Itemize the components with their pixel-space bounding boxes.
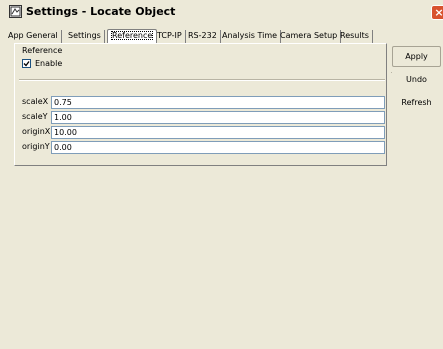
undo-button[interactable]: Undo (392, 70, 441, 91)
originx-field[interactable] (51, 126, 385, 139)
originx-label: originX (22, 127, 51, 136)
reference-panel: Reference Enable scaleX scaleY originX o… (14, 43, 387, 166)
tab-settings[interactable]: Settings (65, 30, 105, 43)
close-button[interactable]: × (431, 5, 443, 20)
reference-group-label: Reference (21, 46, 64, 55)
apply-button[interactable]: Apply (392, 46, 441, 67)
tab-analysis-time[interactable]: Analysis Time (219, 30, 282, 43)
tab-reference[interactable]: Reference (107, 29, 158, 43)
originy-label: originY (22, 142, 50, 151)
scalex-label: scaleX (22, 97, 49, 106)
refresh-button[interactable]: Refresh (392, 93, 441, 114)
settings-app-icon (9, 5, 22, 18)
originy-field[interactable] (51, 141, 385, 154)
tab-app-general[interactable]: App General (5, 30, 62, 43)
tab-results[interactable]: Results (337, 30, 373, 43)
checkmark-icon (23, 61, 30, 67)
group-divider (19, 79, 385, 81)
tab-camera-setup[interactable]: Camera Setup (277, 30, 342, 43)
scalex-field[interactable] (51, 96, 385, 109)
scaley-field[interactable] (51, 111, 385, 124)
tab-rs-232[interactable]: RS-232 (185, 30, 221, 43)
close-icon: × (434, 6, 443, 19)
enable-checkbox[interactable] (22, 59, 31, 68)
enable-label: Enable (35, 59, 63, 68)
title-bar[interactable]: Settings - Locate Object × (0, 0, 443, 25)
window-title: Settings - Locate Object (26, 5, 176, 18)
scaley-label: scaleY (22, 112, 48, 121)
tab-tcp-ip[interactable]: TCP-IP (154, 30, 186, 43)
